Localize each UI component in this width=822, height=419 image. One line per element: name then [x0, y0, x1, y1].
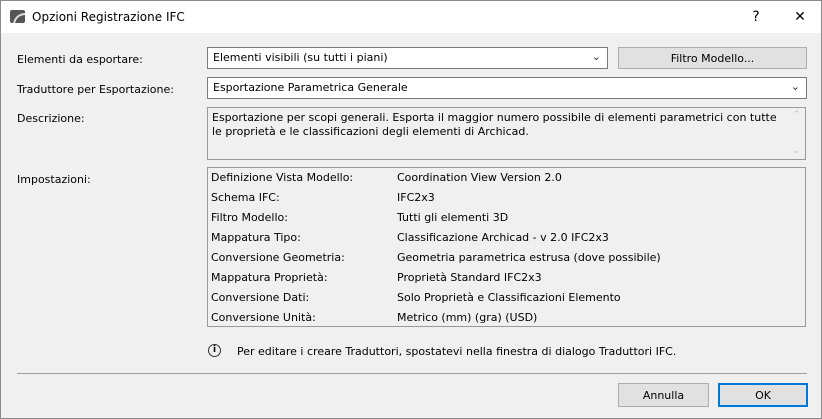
info-text: Per editare i creare Traduttori, spostat… — [237, 345, 677, 358]
description-label: Descrizione: — [17, 112, 85, 125]
settings-label: Impostazioni: — [17, 173, 91, 186]
chevron-down-icon: ⌄ — [790, 80, 800, 93]
scroll-up-icon: ⌃ — [792, 110, 801, 120]
setting-key: Conversione Dati: — [211, 291, 310, 304]
settings-row: Conversione Dati: Solo Proprietà e Classi… — [211, 291, 801, 311]
divider — [17, 373, 807, 374]
setting-value: Metrico (mm) (gra) (USD) — [397, 311, 538, 324]
settings-list: Definizione Vista Modello: Coordination V… — [207, 167, 806, 327]
model-filter-button[interactable]: Filtro Modello... — [618, 47, 807, 69]
translator-dropdown[interactable]: Esportazione Parametrica Generale ⌄ — [207, 77, 807, 99]
setting-value: Geometria parametrica estrusa (dove poss… — [397, 251, 661, 264]
setting-key: Definizione Vista Modello: — [211, 171, 354, 184]
setting-value: IFC2x3 — [397, 191, 435, 204]
settings-row: Definizione Vista Modello: Coordination V… — [211, 171, 801, 191]
description-text: Esportazione per scopi generali. Esporta… — [212, 111, 777, 138]
export-elements-value: Elementi visibili (su tutti i piani) — [213, 51, 388, 64]
description-box[interactable]: Esportazione per scopi generali. Esporta… — [207, 107, 806, 160]
translator-value: Esportazione Parametrica Generale — [213, 81, 408, 94]
setting-key: Conversione Unità: — [211, 311, 316, 324]
setting-value: Solo Proprietà e Classificazioni Element… — [397, 291, 621, 304]
cancel-button[interactable]: Annulla — [618, 383, 709, 407]
translator-label: Traduttore per Esportazione: — [17, 83, 174, 96]
settings-row: Schema IFC: IFC2x3 — [211, 191, 801, 211]
setting-key: Mappatura Tipo: — [211, 231, 301, 244]
setting-value: Coordination View Version 2.0 — [397, 171, 562, 184]
ifc-options-dialog: Opzioni Registrazione IFC ? ✕ Elementi d… — [0, 0, 822, 419]
ok-button[interactable]: OK — [718, 383, 808, 407]
export-elements-dropdown[interactable]: Elementi visibili (su tutti i piani) ⌄ — [207, 47, 608, 69]
scrollbar[interactable]: ⌃ ⌄ — [788, 108, 805, 159]
chevron-down-icon: ⌄ — [591, 50, 601, 63]
setting-key: Mappatura Proprietà: — [211, 271, 328, 284]
title-bar: Opzioni Registrazione IFC ? ✕ — [1, 1, 821, 33]
settings-row: Conversione Geometria: Geometria parametr… — [211, 251, 801, 271]
setting-value: Classificazione Archicad - v 2.0 IFC2x3 — [397, 231, 609, 244]
settings-row: Filtro Modello: Tutti gli elementi 3D — [211, 211, 801, 231]
dialog-title: Opzioni Registrazione IFC — [32, 10, 185, 24]
setting-value: Tutti gli elementi 3D — [397, 211, 509, 224]
help-button[interactable]: ? — [736, 1, 776, 33]
info-icon: i — [208, 344, 221, 357]
setting-value: Proprietà Standard IFC2x3 — [397, 271, 542, 284]
setting-key: Conversione Geometria: — [211, 251, 345, 264]
settings-row: Conversione Unità: Metrico (mm) (gra) (US… — [211, 311, 801, 331]
setting-key: Schema IFC: — [211, 191, 280, 204]
settings-row: Mappatura Proprietà: Proprietà Standard I… — [211, 271, 801, 291]
scroll-down-icon: ⌄ — [792, 146, 801, 156]
archicad-logo-icon — [10, 10, 25, 23]
settings-row: Mappatura Tipo: Classificazione Archicad … — [211, 231, 801, 251]
setting-key: Filtro Modello: — [211, 211, 288, 224]
close-button[interactable]: ✕ — [780, 1, 820, 33]
export-elements-label: Elementi da esportare: — [17, 53, 143, 66]
